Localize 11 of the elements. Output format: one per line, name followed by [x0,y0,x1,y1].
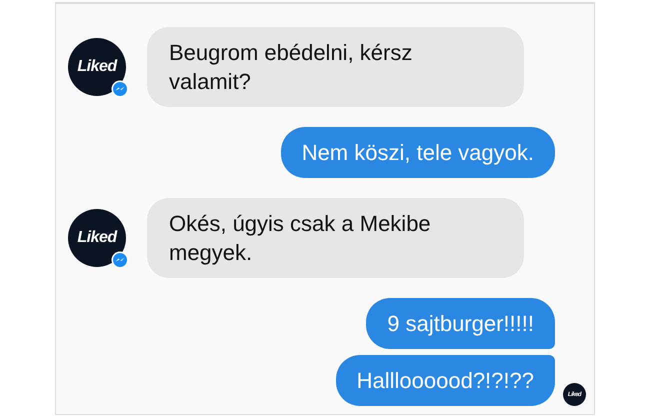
avatar-label: Liked [77,58,117,76]
avatar[interactable]: Liked [68,209,126,267]
outgoing-message: Nem köszi, tele vagyok. [280,127,555,178]
outgoing-message: 9 sajtburger!!!!! [366,298,555,349]
messenger-badge-icon [111,251,129,269]
avatar[interactable]: Liked [68,38,126,96]
incoming-message: Beugrom ebédelni, kérsz valamit? [147,27,524,107]
incoming-message: Okés, úgyis csak a Mekibe megyek. [147,198,524,278]
avatar-label: Liked [77,229,117,247]
messenger-badge-icon [111,80,129,98]
outgoing-message: Hallloooood?!?!?? [336,355,555,406]
